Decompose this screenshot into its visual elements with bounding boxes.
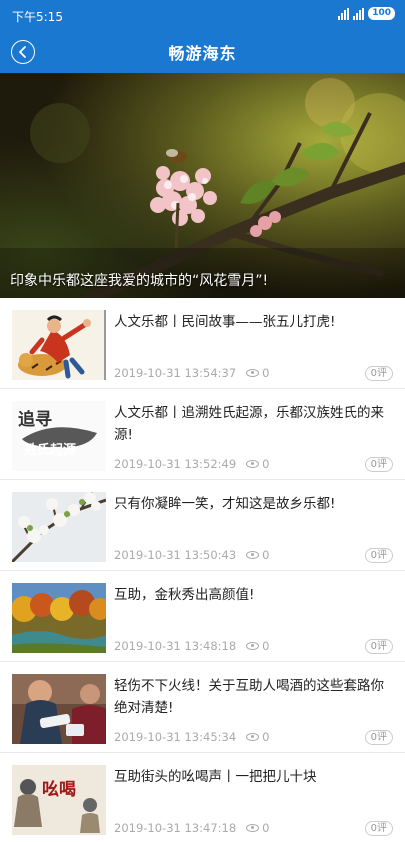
news-date: 2019-10-31 13:48:18 <box>114 639 237 653</box>
news-thumbnail: 追寻 姓氏起源 <box>12 401 106 471</box>
eye-icon <box>246 824 260 832</box>
banner-image[interactable]: 印象中乐都这座我爱的城市的“风花雪月”! <box>0 73 405 298</box>
news-title: 互助，金秋秀出高颜值! <box>114 587 255 603</box>
signal-icon <box>338 7 350 20</box>
comment-count-badge: 0评 <box>364 821 393 836</box>
news-date: 2019-10-31 13:45:34 <box>114 730 237 744</box>
news-thumbnail <box>12 492 106 562</box>
comment-count-badge: 0评 <box>364 548 393 563</box>
view-count: 0 <box>246 548 269 562</box>
thumb-text: 吆喝 <box>42 780 76 800</box>
news-meta: 2019-10-31 13:50:43 0 <box>114 548 269 562</box>
news-title: 轻伤不下火线！关于互助人喝酒的这些套路你绝对清楚! <box>114 678 384 716</box>
news-thumbnail: 吆喝 <box>12 765 106 835</box>
thumb-text: 姓氏起源 <box>24 443 77 458</box>
signal-icon-2 <box>353 7 365 20</box>
eye-icon <box>246 733 260 741</box>
news-date: 2019-10-31 13:50:43 <box>114 548 237 562</box>
view-count: 0 <box>246 821 269 835</box>
news-item[interactable]: 互助，金秋秀出高颜值! 2019-10-31 13:48:18 0 0评 <box>0 571 405 662</box>
tiger-fight-illustration <box>12 310 106 380</box>
news-title: 只有你凝眸一笑，才知这是故乡乐都! <box>114 496 336 512</box>
comment-count-badge: 0评 <box>364 366 393 381</box>
eye-icon <box>246 642 260 650</box>
comment-count-badge: 0评 <box>364 639 393 654</box>
news-item[interactable]: 轻伤不下火线！关于互助人喝酒的这些套路你绝对清楚! 2019-10-31 13:… <box>0 662 405 753</box>
liquor-pouring-photo <box>12 674 106 744</box>
news-item[interactable]: 只有你凝眸一笑，才知这是故乡乐都! 2019-10-31 13:50:43 0 … <box>0 480 405 571</box>
news-meta: 2019-10-31 13:52:49 0 <box>114 457 269 471</box>
news-meta: 2019-10-31 13:48:18 0 <box>114 639 269 653</box>
view-count: 0 <box>246 457 269 471</box>
news-title: 人文乐都丨民间故事——张五儿打虎! <box>114 314 336 330</box>
news-item[interactable]: 吆喝 互助街头的吆喝声丨一把把儿十块 2019-10-31 13:47:18 0… <box>0 753 405 842</box>
news-date: 2019-10-31 13:52:49 <box>114 457 237 471</box>
news-title: 互助街头的吆喝声丨一把把儿十块 <box>114 769 317 785</box>
view-count: 0 <box>246 639 269 653</box>
comment-count-badge: 0评 <box>364 730 393 745</box>
news-title: 人文乐都丨追溯姓氏起源，乐都汉族姓氏的来源! <box>114 405 384 443</box>
news-thumbnail <box>12 310 106 380</box>
eye-icon <box>246 551 260 559</box>
news-date: 2019-10-31 13:47:18 <box>114 821 237 835</box>
news-item[interactable]: 追寻 姓氏起源 人文乐都丨追溯姓氏起源，乐都汉族姓氏的来源! 2019-10-3… <box>0 389 405 480</box>
thumb-text: 追寻 <box>18 410 52 430</box>
autumn-landscape-photo <box>12 583 106 653</box>
app-bar: 畅游海东 <box>0 30 405 73</box>
news-thumbnail <box>12 583 106 653</box>
blossom-photo <box>0 73 405 298</box>
status-bar: 下午5:15 100 <box>0 0 405 30</box>
blossom-branch-photo <box>12 492 106 562</box>
comment-count-badge: 0评 <box>364 457 393 472</box>
status-icons: 100 <box>338 7 395 20</box>
news-item[interactable]: 人文乐都丨民间故事——张五儿打虎! 2019-10-31 13:54:37 0 … <box>0 298 405 389</box>
view-count: 0 <box>246 366 269 380</box>
eye-icon <box>246 369 260 377</box>
news-meta: 2019-10-31 13:47:18 0 <box>114 821 269 835</box>
news-thumbnail <box>12 674 106 744</box>
news-meta: 2019-10-31 13:45:34 0 <box>114 730 269 744</box>
status-time: 下午5:15 <box>12 10 63 24</box>
eye-icon <box>246 460 260 468</box>
view-count: 0 <box>246 730 269 744</box>
banner-caption: 印象中乐都这座我爱的城市的“风花雪月”! <box>10 273 269 289</box>
news-meta: 2019-10-31 13:54:37 0 <box>114 366 269 380</box>
page-title: 畅游海东 <box>168 44 237 63</box>
battery-icon: 100 <box>368 7 395 20</box>
news-date: 2019-10-31 13:54:37 <box>114 366 237 380</box>
